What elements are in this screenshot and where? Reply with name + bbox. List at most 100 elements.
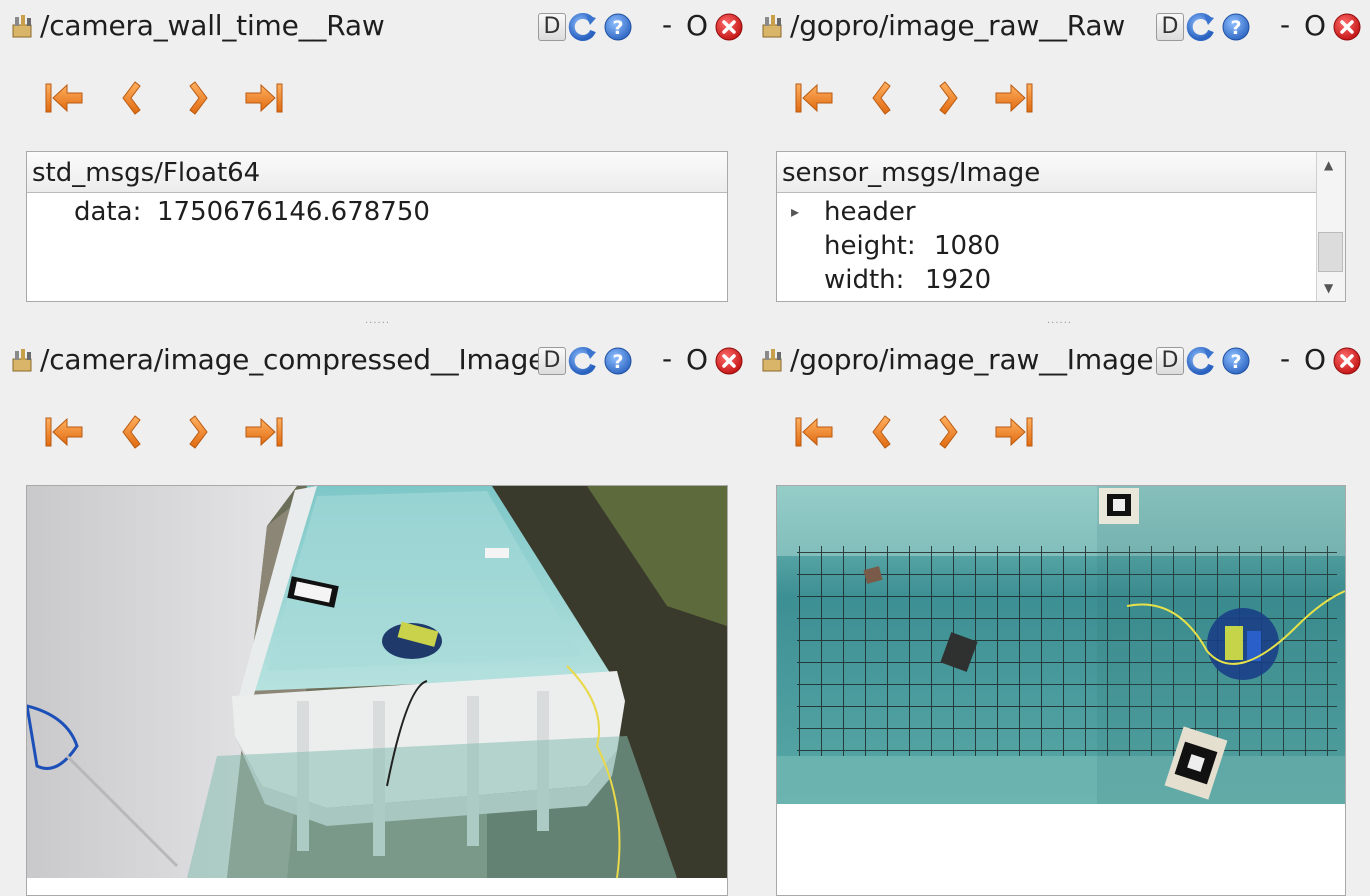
next-button[interactable] [176, 410, 224, 454]
panel-camera-image-compressed-image: /camera/image_compressed__Image D - O [0, 334, 750, 896]
help-icon[interactable] [603, 12, 633, 42]
panel-titlebar[interactable]: /gopro/image_raw__Image D - O [750, 334, 1370, 388]
panel-titlebar[interactable]: /gopro/image_raw__Raw D - O [750, 0, 1370, 54]
first-icon [40, 76, 88, 120]
gopro-underwater-image [777, 486, 1345, 804]
playback-nav [0, 76, 750, 120]
prev-icon [106, 76, 154, 120]
prev-button[interactable] [856, 76, 904, 120]
panel-title: /camera/image_compressed__Image [40, 343, 546, 376]
minimize-button[interactable]: - [652, 11, 682, 41]
refresh-icon[interactable] [1186, 12, 1216, 42]
playback-nav [0, 410, 750, 454]
scroll-down-icon[interactable]: ▼ [1324, 281, 1333, 295]
field-value: 1920 [925, 265, 992, 295]
prev-button[interactable] [106, 76, 154, 120]
next-icon [176, 76, 224, 120]
message-type-header: std_msgs/Float64 [27, 152, 727, 193]
last-button[interactable] [240, 410, 288, 454]
prev-icon [856, 76, 904, 120]
help-icon[interactable] [1221, 12, 1251, 42]
plugin-icon [760, 13, 786, 39]
last-button[interactable] [990, 410, 1038, 454]
close-icon[interactable] [1332, 12, 1362, 42]
camera-pool-image [27, 486, 727, 878]
close-icon[interactable] [714, 346, 744, 376]
panel-titlebar[interactable]: /camera_wall_time__Raw D - O [0, 0, 750, 54]
prev-button[interactable] [106, 410, 154, 454]
scroll-up-icon[interactable]: ▲ [1324, 158, 1333, 172]
first-button[interactable] [790, 410, 838, 454]
panel-title: /gopro/image_raw__Raw [790, 9, 1126, 42]
last-button[interactable] [240, 76, 288, 120]
last-icon [240, 410, 288, 454]
prev-icon [106, 410, 154, 454]
panel-titlebar[interactable]: /camera/image_compressed__Image D - O [0, 334, 750, 388]
dock-button[interactable]: D [1156, 347, 1184, 375]
next-icon [926, 410, 974, 454]
plugin-icon [10, 13, 36, 39]
tree-row[interactable]: ▸ header [777, 195, 1317, 229]
refresh-icon[interactable] [568, 346, 598, 376]
close-icon[interactable] [1332, 346, 1362, 376]
tree-row[interactable]: height: 1080 [777, 229, 1317, 263]
dock-button[interactable]: D [1156, 13, 1184, 41]
first-button[interactable] [40, 76, 88, 120]
message-tree[interactable]: sensor_msgs/Image ▸ header height: 1080 … [776, 151, 1346, 302]
vertical-scrollbar[interactable]: ▲ ▼ [1316, 152, 1345, 301]
tree-row[interactable]: data: 1750676146.678750 [27, 195, 727, 229]
help-icon[interactable] [603, 346, 633, 376]
first-icon [790, 76, 838, 120]
field-value: 1080 [934, 231, 1001, 261]
field-key: data: [74, 197, 142, 227]
playback-nav [750, 410, 1370, 454]
tree-row[interactable]: width: 1920 [777, 263, 1317, 297]
dock-button[interactable]: D [538, 13, 566, 41]
close-icon[interactable] [714, 12, 744, 42]
last-button[interactable] [990, 76, 1038, 120]
minimize-button[interactable]: - [1270, 345, 1300, 375]
field-value: 1750676146.678750 [157, 197, 430, 227]
float-button[interactable]: O [682, 12, 712, 42]
next-icon [926, 76, 974, 120]
next-button[interactable] [176, 76, 224, 120]
field-key: header [824, 197, 916, 227]
next-button[interactable] [926, 410, 974, 454]
panel-title: /gopro/image_raw__Image [790, 343, 1154, 376]
minimize-button[interactable]: - [652, 345, 682, 375]
panel-title: /camera_wall_time__Raw [40, 9, 385, 42]
last-icon [990, 76, 1038, 120]
next-button[interactable] [926, 76, 974, 120]
field-key: width: [824, 265, 905, 295]
scrollbar-thumb[interactable] [1318, 232, 1343, 272]
plugin-icon [10, 347, 36, 373]
splitter-handle[interactable]: ······ [365, 318, 390, 329]
float-button[interactable]: O [1300, 346, 1330, 376]
dock-button[interactable]: D [538, 347, 566, 375]
refresh-icon[interactable] [568, 12, 598, 42]
first-button[interactable] [790, 76, 838, 120]
float-button[interactable]: O [1300, 12, 1330, 42]
first-button[interactable] [40, 410, 88, 454]
last-icon [240, 76, 288, 120]
minimize-button[interactable]: - [1270, 11, 1300, 41]
first-icon [40, 410, 88, 454]
first-icon [790, 410, 838, 454]
splitter-handle[interactable]: ······ [1047, 318, 1072, 329]
image-view [26, 485, 728, 896]
message-type-header: sensor_msgs/Image [777, 152, 1317, 193]
help-icon[interactable] [1221, 346, 1251, 376]
last-icon [990, 410, 1038, 454]
prev-button[interactable] [856, 410, 904, 454]
message-tree[interactable]: std_msgs/Float64 data: 1750676146.678750 [26, 151, 728, 302]
panel-gopro-image-raw-raw: /gopro/image_raw__Raw D - O sensor_msgs/… [750, 0, 1370, 316]
plugin-icon [760, 347, 786, 373]
playback-nav [750, 76, 1370, 120]
image-view [776, 485, 1346, 896]
float-button[interactable]: O [682, 346, 712, 376]
refresh-icon[interactable] [1186, 346, 1216, 376]
field-key: height: [824, 231, 916, 261]
panel-camera-wall-time-raw: /camera_wall_time__Raw D - O std_msgs/Fl… [0, 0, 750, 316]
panel-gopro-image-raw-image: /gopro/image_raw__Image D - O [750, 334, 1370, 896]
expand-arrow-icon[interactable]: ▸ [791, 195, 799, 229]
